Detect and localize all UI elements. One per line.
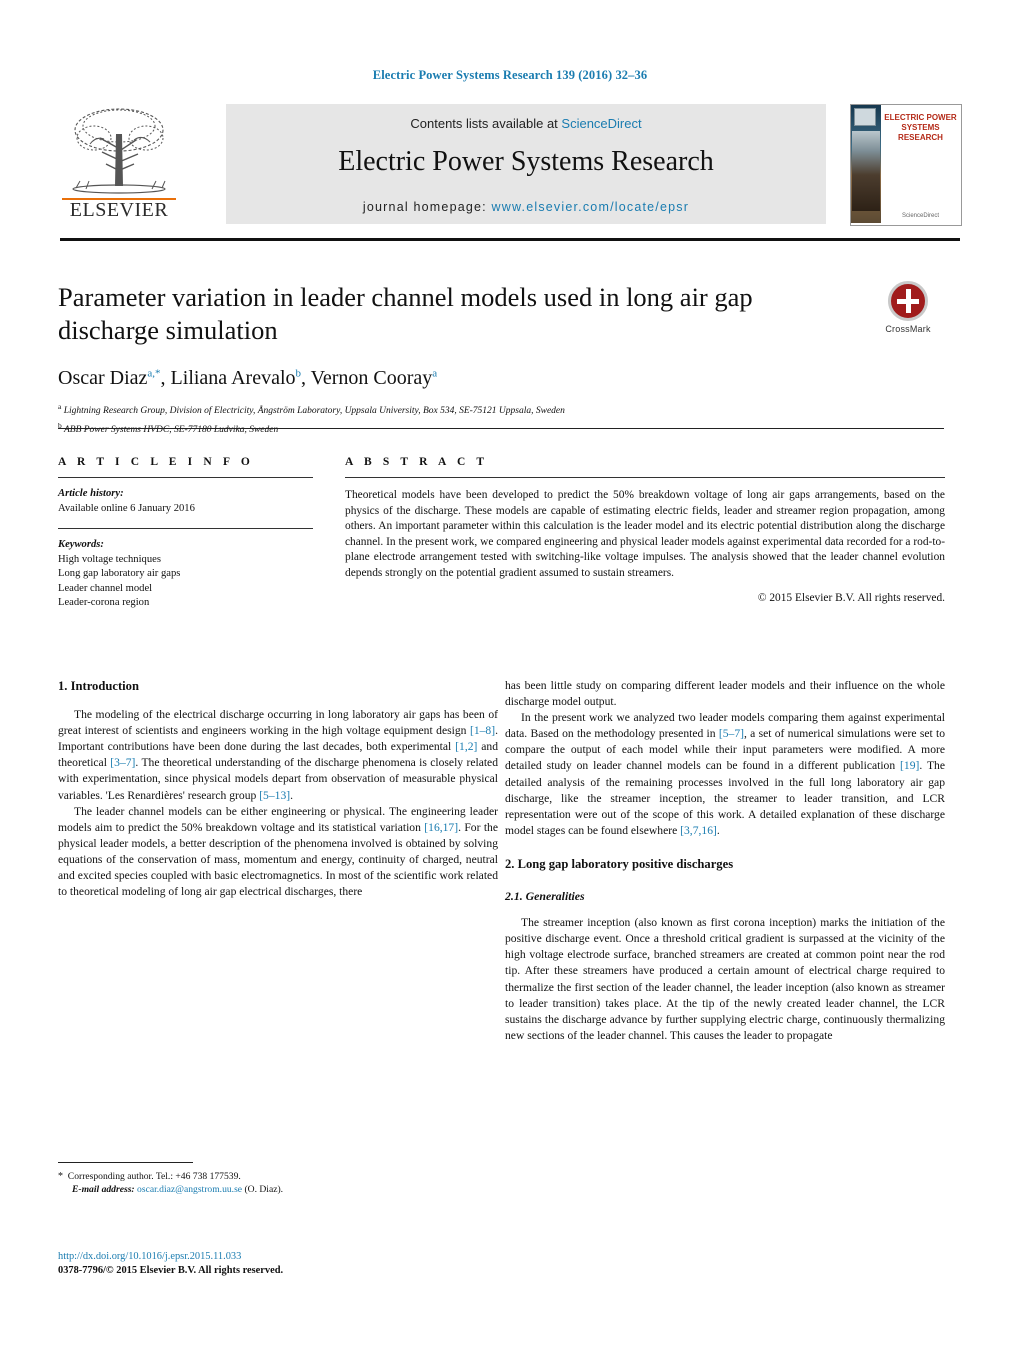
paragraph-generalities-1: The streamer inception (also known as fi…	[505, 916, 945, 1042]
doi-block: http://dx.doi.org/10.1016/j.epsr.2015.11…	[58, 1250, 498, 1279]
issn-copyright-line: 0378-7796/© 2015 Elsevier B.V. All right…	[58, 1265, 284, 1277]
footnote-rule	[58, 1162, 193, 1163]
journal-cover-thumbnail: ELECTRIC POWER SYSTEMS RESEARCH ScienceD…	[850, 104, 962, 226]
abstract-column: A B S T R A C T Theoretical models have …	[345, 456, 945, 604]
citation-ref[interactable]: [16,17]	[424, 821, 458, 834]
keywords-label: Keywords:	[58, 539, 104, 550]
title-divider	[58, 428, 944, 429]
abstract-copyright: © 2015 Elsevier B.V. All rights reserved…	[757, 591, 945, 604]
author-list: Oscar Diaza,*, Liliana Arevalob, Vernon …	[58, 367, 438, 389]
article-page: Electric Power Systems Research 139 (201…	[0, 0, 1020, 1351]
citation-ref[interactable]: [5–13]	[259, 789, 290, 802]
running-head: Electric Power Systems Research 139 (201…	[372, 68, 648, 82]
citation-ref[interactable]: [3,7,16]	[680, 824, 717, 837]
keyword-item: Leader channel model	[58, 582, 153, 594]
homepage-prefix: journal homepage:	[362, 200, 492, 214]
abstract-rule	[345, 477, 945, 478]
elsevier-tree-icon	[72, 108, 166, 194]
article-history-label: Article history:	[58, 488, 124, 499]
article-history: Article history: Available online 6 Janu…	[58, 487, 313, 516]
paragraph-intro-4: In the present work we analyzed two lead…	[505, 710, 945, 839]
body-column-right: has been little study on comparing diffe…	[505, 678, 945, 1044]
cover-badge-icon	[854, 108, 876, 126]
abstract-heading: A B S T R A C T	[345, 456, 489, 468]
doi-link[interactable]: http://dx.doi.org/10.1016/j.epsr.2015.11…	[58, 1250, 498, 1264]
affiliation-b-text: ABB Power Systems HVDC, SE-77180 Ludvika…	[63, 424, 279, 435]
keyword-item: Leader-corona region	[58, 597, 150, 608]
article-history-value: Available online 6 January 2016	[58, 502, 195, 514]
article-info-rule	[58, 477, 313, 478]
article-info-column: A R T I C L E I N F O Article history: A…	[58, 456, 313, 611]
asterisk-icon: *	[58, 1171, 63, 1182]
paragraph-intro-3: has been little study on comparing diffe…	[505, 679, 945, 709]
contents-list-line: Contents lists available at ScienceDirec…	[226, 116, 826, 131]
text-run: .	[716, 823, 720, 837]
paragraph-intro-2: The leader channel models can be either …	[58, 804, 498, 901]
corresponding-author-footnote: * Corresponding author. Tel.: +46 738 17…	[58, 1162, 498, 1197]
citation-ref[interactable]: [5–7]	[719, 727, 744, 740]
subsection-heading-2-1: 2.1. Generalities	[505, 889, 585, 904]
email-address-label: E-mail address:	[72, 1184, 135, 1196]
keywords-rule	[58, 528, 313, 529]
cover-footer-text: ScienceDirect	[901, 213, 939, 219]
keywords-block: Keywords: High voltage techniques Long g…	[58, 538, 313, 611]
sciencedirect-link[interactable]: ScienceDirect	[561, 116, 641, 131]
email-owner: (O. Diaz).	[242, 1184, 284, 1196]
citation-ref[interactable]: [19]	[900, 759, 919, 772]
cover-photo	[852, 131, 880, 211]
text-run: .	[290, 788, 294, 802]
journal-band: Contents lists available at ScienceDirec…	[226, 104, 826, 224]
journal-homepage-line: journal homepage: www.elsevier.com/locat…	[226, 200, 826, 214]
crossmark-badge[interactable]: CrossMark	[872, 281, 944, 347]
email-link[interactable]: oscar.diaz@angstrom.uu.se	[137, 1184, 242, 1195]
keyword-item: Long gap laboratory air gaps	[58, 568, 181, 579]
citation-ref[interactable]: [3–7]	[110, 756, 135, 769]
section-heading-2: 2. Long gap laboratory positive discharg…	[505, 856, 734, 871]
section-heading-1: 1. Introduction	[58, 679, 139, 693]
journal-masthead: ELSEVIER Contents lists available at Sci…	[60, 104, 962, 226]
elsevier-logo: ELSEVIER	[60, 104, 178, 224]
footnote-corresponding-line: * Corresponding author. Tel.: +46 738 17…	[58, 1170, 498, 1183]
author-affil-marker-a: a,*	[147, 367, 161, 380]
affiliations: a Lightning Research Group, Division of …	[58, 400, 818, 437]
abstract-text: Theoretical models have been developed t…	[345, 489, 945, 579]
article-info-heading: A R T I C L E I N F O	[58, 456, 254, 468]
elsevier-wordmark: ELSEVIER	[69, 199, 169, 221]
author-affil-marker-c: a	[432, 367, 438, 380]
cover-left-strip	[851, 105, 881, 223]
paragraph-intro-1: The modeling of the electrical discharge…	[58, 707, 498, 804]
footnote-corresponding-text: Corresponding author. Tel.: +46 738 1775…	[67, 1171, 241, 1182]
page-title: Parameter variation in leader channel mo…	[58, 282, 753, 345]
journal-title: Electric Power Systems Research	[338, 146, 714, 177]
contents-prefix: Contents lists available at	[410, 116, 562, 131]
journal-homepage-link[interactable]: www.elsevier.com/locate/epsr	[492, 200, 690, 214]
text-run: The modeling of the electrical discharge…	[58, 708, 498, 738]
affiliation-a: a Lightning Research Group, Division of …	[58, 402, 565, 417]
citation-ref[interactable]: [1,2]	[455, 740, 477, 753]
footnote-text: * Corresponding author. Tel.: +46 738 17…	[58, 1170, 498, 1197]
body-column-left: 1. Introduction The modeling of the elec…	[58, 678, 498, 900]
footnote-email-line: E-mail address: oscar.diaz@angstrom.uu.s…	[58, 1183, 498, 1196]
masthead-divider	[60, 238, 960, 241]
cover-title-text: ELECTRIC POWER SYSTEMS RESEARCH	[884, 113, 957, 142]
title-block: Parameter variation in leader channel mo…	[58, 281, 818, 437]
crossmark-label: CrossMark	[885, 324, 931, 334]
keyword-item: High voltage techniques	[58, 553, 161, 565]
author-affil-marker-b: b	[295, 367, 302, 380]
citation-ref[interactable]: [1–8]	[470, 724, 495, 737]
affiliation-a-text: Lightning Research Group, Division of El…	[63, 406, 565, 417]
crossmark-icon	[888, 281, 928, 321]
